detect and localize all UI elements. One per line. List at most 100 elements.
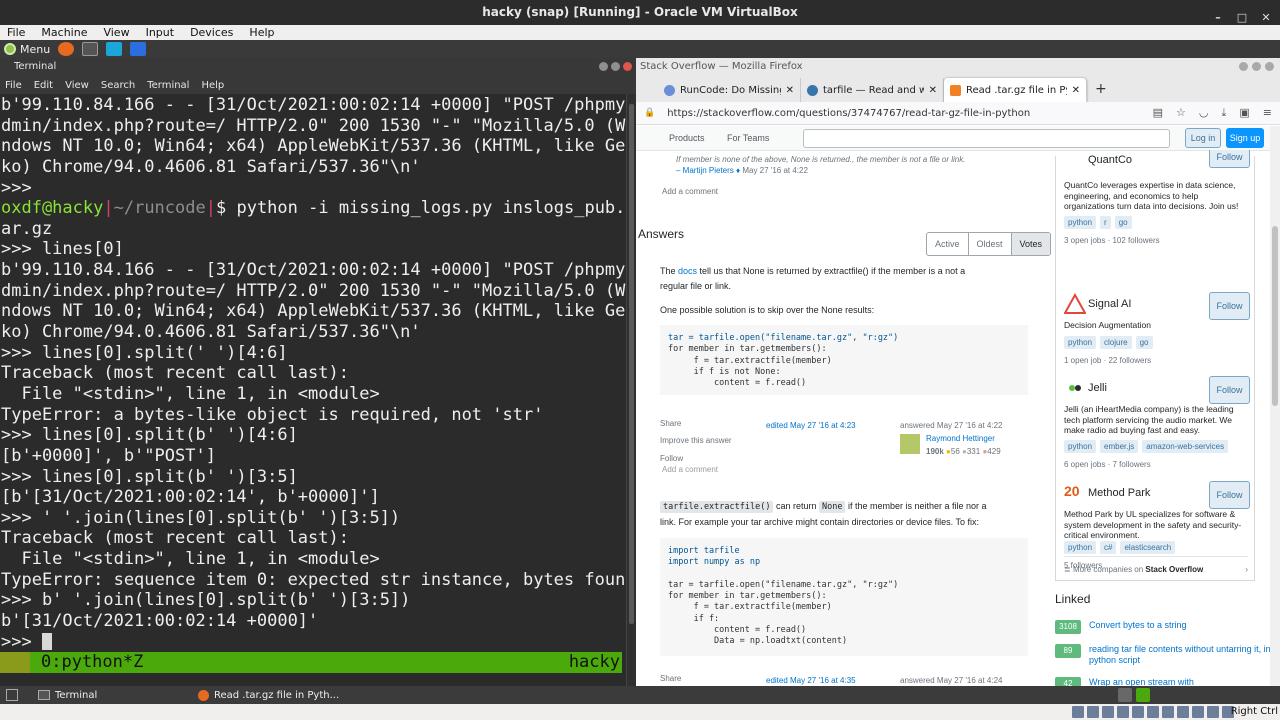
add-comment-link[interactable]: Add a comment (662, 187, 718, 196)
display-icon[interactable] (1162, 706, 1174, 718)
audio-icon[interactable] (1102, 706, 1114, 718)
follow-button[interactable]: Follow (1209, 292, 1250, 320)
sort-active[interactable]: Active (927, 233, 969, 255)
tag[interactable]: python (1064, 336, 1097, 349)
cpu-icon[interactable] (1192, 706, 1204, 718)
terminal-scrollbar[interactable] (626, 94, 636, 686)
company-name[interactable]: Jelli (1088, 382, 1107, 394)
term-menu-search[interactable]: Search (101, 80, 135, 91)
more-companies-link[interactable]: ≣ More companies on Stack Overflow › (1064, 556, 1248, 574)
tag[interactable]: go (1114, 216, 1132, 229)
terminal-output[interactable]: b'99.110.84.166 - - [31/Oct/2021:00:02:1… (0, 94, 626, 653)
menu-input[interactable]: Input (146, 26, 174, 39)
url-bar[interactable]: https://stackoverflow.com/questions/3747… (667, 108, 1030, 119)
terminal-window[interactable]: Terminal File Edit View Search Terminal … (0, 58, 636, 686)
term-menu-edit[interactable]: Edit (34, 80, 53, 91)
follow-button[interactable]: Follow (1209, 150, 1250, 168)
linked-item[interactable]: 89 reading tar file contents without unt… (1055, 644, 1279, 666)
share-link[interactable]: Share (660, 674, 681, 683)
lock-icon[interactable]: 🔒 (644, 108, 655, 118)
company-name[interactable]: Signal AI (1088, 298, 1131, 310)
task-firefox[interactable]: Read .tar.gz file in Pyth... (188, 686, 368, 704)
tag[interactable]: r (1100, 216, 1111, 229)
menu-machine[interactable]: Machine (41, 26, 87, 39)
pocket-icon[interactable]: ◡ (1199, 106, 1209, 120)
linked-item[interactable]: 3108 Convert bytes to a string (1055, 620, 1279, 634)
app-launcher-icon[interactable] (106, 42, 123, 56)
edited-link[interactable]: edited May 27 '16 at 4:35 (766, 676, 856, 685)
search-input[interactable] (803, 129, 1170, 148)
reader-view-icon[interactable]: ▤ (1153, 106, 1163, 120)
downloads-icon[interactable]: ⤓ (1222, 106, 1227, 120)
firefox-launcher-icon[interactable] (58, 42, 75, 56)
improve-answer-link[interactable]: Improve this answer (660, 436, 732, 445)
company-name[interactable]: QuantCo (1088, 154, 1132, 166)
ff-close-icon[interactable] (1265, 62, 1274, 71)
term-menu-view[interactable]: View (65, 80, 89, 91)
user-avatar[interactable] (900, 434, 920, 454)
term-menu-file[interactable]: File (5, 80, 22, 91)
tab-close-icon[interactable]: ✕ (1072, 85, 1080, 96)
network-icon[interactable] (1117, 706, 1129, 718)
comment-author[interactable]: – Martijn Pieters ♦ (676, 166, 740, 175)
new-tab-button[interactable]: + (1087, 78, 1115, 102)
show-desktop-icon[interactable] (6, 689, 18, 701)
usb-icon[interactable] (1132, 706, 1144, 718)
tab-tarfile[interactable]: tarfile — Read and write ✕ (801, 78, 944, 102)
task-terminal[interactable]: Terminal (28, 686, 178, 704)
tab-close-icon[interactable]: ✕ (786, 85, 794, 96)
linked-title[interactable]: Convert bytes to a string (1089, 620, 1279, 631)
nav-products[interactable]: Products (669, 133, 705, 143)
menu-help[interactable]: Help (249, 26, 274, 39)
firefox-window[interactable]: Stack Overflow — Mozilla Firefox RunCode… (636, 58, 1280, 686)
sort-votes[interactable]: Votes (1011, 233, 1051, 255)
tag[interactable]: go (1135, 336, 1153, 349)
tag[interactable]: clojure (1100, 336, 1132, 349)
share-link[interactable]: Share (660, 419, 681, 428)
tab-read-tar-gz[interactable]: Read .tar.gz file in Python ✕ (944, 78, 1087, 102)
sort-oldest[interactable]: Oldest (969, 233, 1012, 255)
ff-minimize-icon[interactable] (1239, 62, 1248, 71)
menu-devices[interactable]: Devices (190, 26, 233, 39)
linked-title[interactable]: reading tar file contents without untarr… (1089, 644, 1279, 666)
ff-maximize-icon[interactable] (1252, 62, 1261, 71)
edited-link[interactable]: edited May 27 '16 at 4:23 (766, 421, 856, 430)
follow-button[interactable]: Follow (1209, 376, 1250, 404)
docs-link[interactable]: docs (678, 266, 697, 276)
nav-for-teams[interactable]: For Teams (727, 133, 769, 143)
login-button[interactable]: Log in (1185, 128, 1221, 148)
tray-icon[interactable] (1118, 688, 1132, 702)
start-menu-button[interactable]: Menu (4, 43, 50, 56)
tag[interactable]: amazon-web-services (1142, 440, 1229, 453)
page-scrollbar[interactable] (1270, 126, 1280, 686)
bookmark-star-icon[interactable]: ☆ (1176, 106, 1186, 120)
tag[interactable]: python (1064, 216, 1097, 229)
user-name[interactable]: Raymond Hettinger (926, 434, 995, 443)
recording-icon[interactable] (1177, 706, 1189, 718)
tag[interactable]: python (1064, 440, 1097, 453)
tab-runcode[interactable]: RunCode: Do Missing_Lo ✕ (658, 78, 801, 102)
terminal-maximize-icon[interactable] (611, 62, 620, 71)
signup-button[interactable]: Sign up (1226, 128, 1264, 148)
hdd-icon[interactable] (1072, 706, 1084, 718)
menu-view[interactable]: View (103, 26, 129, 39)
terminal-input-line[interactable]: >>> (1, 632, 626, 653)
term-menu-terminal[interactable]: Terminal (147, 80, 189, 91)
term-menu-help[interactable]: Help (201, 80, 224, 91)
tag[interactable]: python (1064, 541, 1097, 554)
follow-button[interactable]: Follow (1209, 481, 1250, 509)
app-launcher-icon-2[interactable] (130, 42, 147, 56)
tray-icon[interactable] (1136, 688, 1150, 702)
terminal-close-icon[interactable] (623, 62, 632, 71)
company-name[interactable]: Method Park (1088, 487, 1150, 499)
terminal-launcher-icon[interactable] (82, 42, 99, 56)
tag[interactable]: c# (1100, 541, 1117, 554)
tab-close-icon[interactable]: ✕ (929, 85, 937, 96)
shared-folders-icon[interactable] (1147, 706, 1159, 718)
add-comment-link[interactable]: Add a comment (662, 465, 718, 474)
terminal-minimize-icon[interactable] (599, 62, 608, 71)
extensions-icon[interactable]: ▣ (1239, 106, 1249, 120)
linked-item[interactable]: 42 Wrap an open stream with (1055, 677, 1279, 686)
optical-icon[interactable] (1087, 706, 1099, 718)
follow-link[interactable]: Follow (660, 454, 683, 463)
